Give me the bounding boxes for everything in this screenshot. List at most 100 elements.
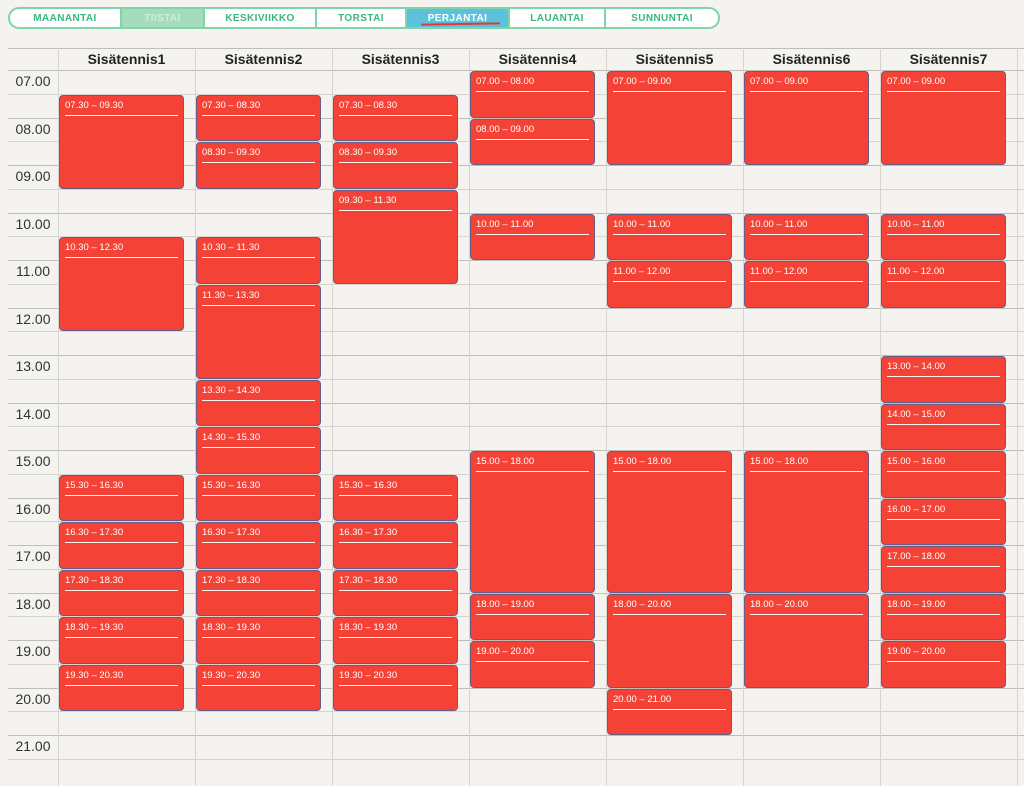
booking-block[interactable]: 07.00 – 09.00 bbox=[881, 71, 1006, 165]
booking-time: 10.00 – 11.00 bbox=[476, 218, 534, 230]
booking-block[interactable]: 15.30 – 16.30 bbox=[333, 474, 458, 522]
booking-block[interactable]: 16.30 – 17.30 bbox=[333, 522, 458, 569]
booking-time: 10.00 – 11.00 bbox=[887, 218, 945, 230]
booking-time: 15.30 – 16.30 bbox=[65, 479, 124, 491]
booking-block[interactable]: 17.30 – 18.30 bbox=[196, 569, 321, 617]
booking-block[interactable]: 20.00 – 21.00 bbox=[607, 688, 732, 735]
booking-underline bbox=[339, 114, 452, 116]
booking-time: 07.00 – 08.00 bbox=[476, 76, 535, 87]
booking-block[interactable]: 18.30 – 19.30 bbox=[59, 617, 184, 664]
court-header: Sisätennis3 bbox=[361, 51, 440, 67]
booking-time: 07.00 – 09.00 bbox=[613, 76, 672, 87]
booking-block[interactable]: 13.00 – 14.00 bbox=[881, 356, 1006, 403]
half-hour-line bbox=[8, 426, 1024, 428]
day-tab-torstai[interactable]: TORSTAI bbox=[317, 9, 407, 27]
booking-block[interactable]: 11.00 – 12.00 bbox=[881, 261, 1006, 308]
day-tab-sunnuntai[interactable]: SUNNUNTAI bbox=[606, 9, 718, 27]
booking-block[interactable]: 09.30 – 11.30 bbox=[333, 189, 458, 284]
booking-underline bbox=[339, 637, 452, 639]
booking-block[interactable]: 17.30 – 18.30 bbox=[59, 569, 184, 617]
day-tab-lauantai[interactable]: LAUANTAI bbox=[510, 9, 606, 27]
booking-time: 18.30 – 19.30 bbox=[65, 622, 124, 634]
booking-block[interactable]: 10.00 – 11.00 bbox=[881, 213, 1006, 260]
booking-block[interactable]: 18.00 – 19.00 bbox=[881, 593, 1006, 640]
booking-block[interactable]: 19.30 – 20.30 bbox=[59, 664, 184, 712]
booking-block[interactable]: 16.30 – 17.30 bbox=[59, 522, 184, 569]
booking-block[interactable]: 14.30 – 15.30 bbox=[196, 427, 321, 474]
booking-time: 17.00 – 18.00 bbox=[887, 551, 946, 562]
booking-block[interactable]: 16.00 – 17.00 bbox=[881, 498, 1006, 545]
booking-block[interactable]: 11.00 – 12.00 bbox=[744, 261, 869, 308]
booking-underline bbox=[750, 471, 863, 472]
booking-block[interactable]: 18.00 – 20.00 bbox=[744, 593, 869, 688]
booking-time: 08.30 – 09.30 bbox=[202, 147, 261, 159]
booking-block[interactable]: 14.00 – 15.00 bbox=[881, 403, 1006, 450]
booking-time: 08.30 – 09.30 bbox=[339, 147, 398, 159]
booking-block[interactable]: 08.30 – 09.30 bbox=[196, 142, 321, 189]
booking-block[interactable]: 11.30 – 13.30 bbox=[196, 284, 321, 379]
booking-block[interactable]: 10.00 – 11.00 bbox=[607, 213, 732, 260]
booking-block[interactable]: 08.30 – 09.30 bbox=[333, 142, 458, 189]
booking-time: 15.00 – 18.00 bbox=[750, 456, 809, 467]
booking-block[interactable]: 15.30 – 16.30 bbox=[59, 474, 184, 522]
booking-block[interactable]: 18.30 – 19.30 bbox=[333, 617, 458, 664]
booking-block[interactable]: 07.30 – 09.30 bbox=[59, 94, 184, 189]
hour-label: 15.00 bbox=[15, 453, 51, 469]
booking-time: 11.00 – 12.00 bbox=[887, 266, 945, 277]
hour-label: 10.00 bbox=[15, 215, 51, 232]
booking-block[interactable]: 15.00 – 18.00 bbox=[607, 451, 732, 593]
booking-time: 10.00 – 11.00 bbox=[613, 218, 671, 230]
day-tab-maanantai[interactable]: MAANANTAI bbox=[10, 9, 122, 27]
booking-time: 16.30 – 17.30 bbox=[65, 527, 124, 539]
booking-time: 17.30 – 18.30 bbox=[65, 574, 124, 586]
booking-underline bbox=[887, 423, 1000, 425]
booking-underline bbox=[65, 684, 178, 686]
booking-block[interactable]: 17.00 – 18.00 bbox=[881, 546, 1006, 593]
booking-block[interactable]: 07.00 – 08.00 bbox=[470, 71, 595, 118]
booking-block[interactable]: 19.30 – 20.30 bbox=[196, 664, 321, 712]
booking-block[interactable]: 17.30 – 18.30 bbox=[333, 569, 458, 617]
hour-label: 13.00 bbox=[15, 358, 51, 374]
booking-block[interactable]: 10.30 – 12.30 bbox=[59, 237, 184, 332]
booking-underline bbox=[339, 684, 452, 686]
booking-underline bbox=[613, 613, 726, 615]
day-tab-tiistai[interactable]: TIISTAI bbox=[122, 9, 205, 27]
hour-line bbox=[8, 355, 1024, 356]
booking-block[interactable]: 19.30 – 20.30 bbox=[333, 664, 458, 712]
booking-underline bbox=[476, 233, 589, 235]
booking-block[interactable]: 10.00 – 11.00 bbox=[744, 213, 869, 260]
booking-block[interactable]: 18.30 – 19.30 bbox=[196, 617, 321, 664]
booking-block[interactable]: 15.00 – 18.00 bbox=[744, 451, 869, 593]
booking-block[interactable]: 08.00 – 09.00 bbox=[470, 118, 595, 165]
court-header: Sisätennis1 bbox=[87, 51, 166, 67]
booking-block[interactable]: 16.30 – 17.30 bbox=[196, 522, 321, 569]
booking-time: 07.30 – 08.30 bbox=[339, 99, 398, 111]
booking-underline bbox=[65, 114, 178, 116]
booking-block[interactable]: 07.30 – 08.30 bbox=[333, 94, 458, 142]
booking-time: 13.30 – 14.30 bbox=[202, 384, 261, 396]
booking-block[interactable]: 15.00 – 16.00 bbox=[881, 451, 1006, 498]
day-tab-keskiviikko[interactable]: KESKIVIIKKO bbox=[205, 9, 317, 27]
booking-block[interactable]: 07.00 – 09.00 bbox=[607, 71, 732, 165]
half-hour-line bbox=[8, 378, 1024, 380]
booking-block[interactable]: 11.00 – 12.00 bbox=[607, 261, 732, 308]
booking-underline bbox=[202, 684, 315, 686]
booking-block[interactable]: 10.30 – 11.30 bbox=[196, 237, 321, 284]
booking-time: 10.30 – 12.30 bbox=[65, 242, 124, 254]
booking-block[interactable]: 13.30 – 14.30 bbox=[196, 379, 321, 427]
booking-block[interactable]: 07.30 – 08.30 bbox=[196, 94, 321, 142]
hour-line bbox=[8, 735, 1024, 736]
booking-block[interactable]: 19.00 – 20.00 bbox=[470, 641, 595, 688]
booking-block[interactable]: 19.00 – 20.00 bbox=[881, 641, 1006, 688]
booking-time: 16.30 – 17.30 bbox=[339, 527, 398, 539]
booking-block[interactable]: 07.00 – 09.00 bbox=[744, 71, 869, 165]
booking-block[interactable]: 10.00 – 11.00 bbox=[470, 213, 595, 260]
booking-block[interactable]: 18.00 – 20.00 bbox=[607, 593, 732, 688]
booking-block[interactable]: 15.00 – 18.00 bbox=[470, 451, 595, 593]
booking-block[interactable]: 18.00 – 19.00 bbox=[470, 593, 595, 640]
hour-label: 17.00 bbox=[15, 548, 51, 564]
booking-block[interactable]: 15.30 – 16.30 bbox=[196, 474, 321, 522]
day-tab-perjantai[interactable]: PERJANTAI bbox=[407, 9, 510, 27]
booking-time: 09.30 – 11.30 bbox=[339, 194, 397, 206]
booking-time: 19.00 – 20.00 bbox=[476, 646, 535, 657]
